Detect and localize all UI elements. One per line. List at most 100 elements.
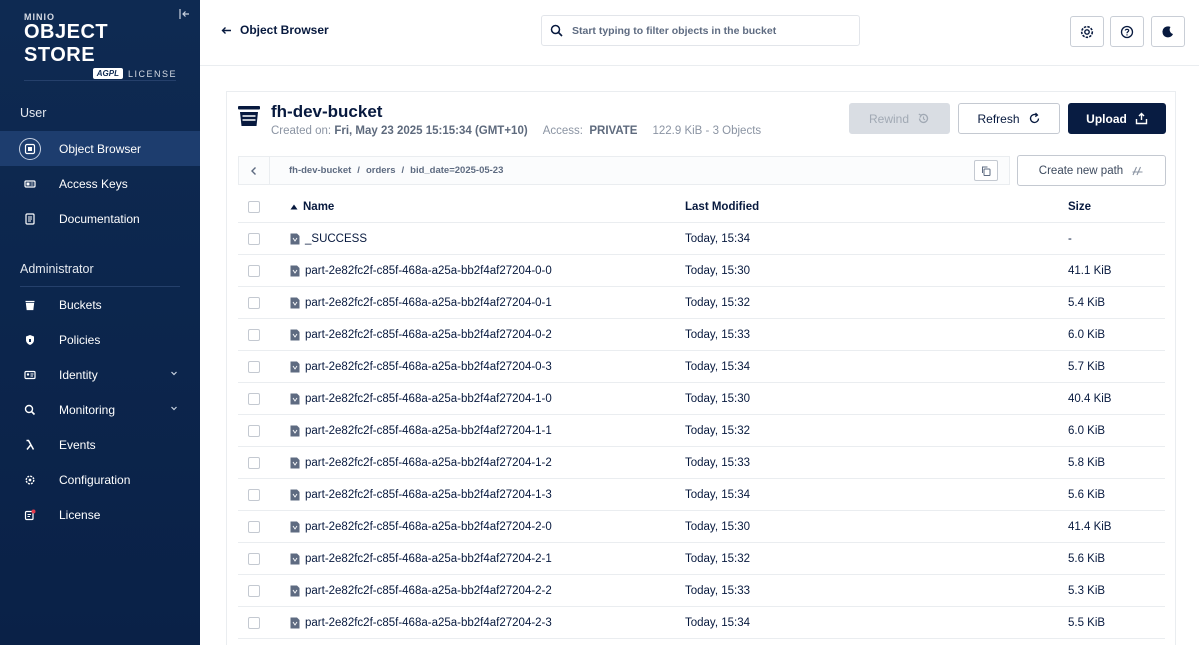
- sidebar-item-documentation[interactable]: Documentation: [0, 201, 200, 236]
- breadcrumb-item[interactable]: fh-dev-bucket: [289, 165, 351, 176]
- created-label: Created on:: [271, 125, 332, 137]
- identity-icon: [19, 364, 41, 386]
- object-name-cell[interactable]: part-2e82fc2f-c85f-468a-a25a-bb2f4af2720…: [290, 425, 552, 437]
- sidebar-item-buckets[interactable]: Buckets: [0, 287, 200, 322]
- sidebar-item-license[interactable]: License: [0, 497, 200, 532]
- table-row[interactable]: part-2e82fc2f-c85f-468a-a25a-bb2f4af2720…: [238, 447, 1165, 479]
- table-row[interactable]: part-2e82fc2f-c85f-468a-a25a-bb2f4af2720…: [238, 319, 1165, 351]
- table-row[interactable]: part-2e82fc2f-c85f-468a-a25a-bb2f4af2720…: [238, 479, 1165, 511]
- last-modified-cell: Today, 15:32: [685, 553, 751, 565]
- row-checkbox[interactable]: [248, 265, 260, 277]
- chevron-down-icon[interactable]: [169, 368, 179, 378]
- object-name-cell[interactable]: part-2e82fc2f-c85f-468a-a25a-bb2f4af2720…: [290, 361, 552, 373]
- breadcrumb-back-button[interactable]: [239, 157, 270, 184]
- column-header-name[interactable]: Name: [290, 201, 334, 213]
- sidebar-item-object-browser[interactable]: Object Browser: [0, 131, 200, 166]
- table-row[interactable]: part-2e82fc2f-c85f-468a-a25a-bb2f4af2720…: [238, 607, 1165, 639]
- object-name-cell[interactable]: part-2e82fc2f-c85f-468a-a25a-bb2f4af2720…: [290, 265, 552, 277]
- row-checkbox[interactable]: [248, 521, 260, 533]
- size-cell: 40.4 KiB: [1068, 393, 1112, 405]
- row-checkbox[interactable]: [248, 361, 260, 373]
- file-icon: [290, 297, 300, 309]
- file-icon: [290, 585, 300, 597]
- table-row[interactable]: part-2e82fc2f-c85f-468a-a25a-bb2f4af2720…: [238, 383, 1165, 415]
- object-name-cell[interactable]: part-2e82fc2f-c85f-468a-a25a-bb2f4af2720…: [290, 329, 552, 341]
- table-row[interactable]: part-2e82fc2f-c85f-468a-a25a-bb2f4af2720…: [238, 255, 1165, 287]
- sidebar-item-policies[interactable]: Policies: [0, 322, 200, 357]
- sidebar-item-label: Buckets: [59, 297, 102, 312]
- file-icon: [290, 489, 300, 501]
- back-to-object-browser[interactable]: Object Browser: [221, 23, 329, 37]
- object-name: part-2e82fc2f-c85f-468a-a25a-bb2f4af2720…: [305, 585, 552, 597]
- sidebar-item-monitoring[interactable]: Monitoring: [0, 392, 200, 427]
- bucket-icon: [238, 106, 260, 126]
- collapse-sidebar-icon[interactable]: [179, 8, 191, 20]
- help-button[interactable]: [1110, 16, 1144, 47]
- refresh-label: Refresh: [977, 111, 1020, 126]
- size-cell: -: [1068, 233, 1072, 245]
- column-header-size[interactable]: Size: [1068, 201, 1091, 213]
- table-row[interactable]: part-2e82fc2f-c85f-468a-a25a-bb2f4af2720…: [238, 511, 1165, 543]
- object-name-cell[interactable]: part-2e82fc2f-c85f-468a-a25a-bb2f4af2720…: [290, 393, 552, 405]
- column-header-last-modified[interactable]: Last Modified: [685, 201, 759, 213]
- object-name: part-2e82fc2f-c85f-468a-a25a-bb2f4af2720…: [305, 489, 552, 501]
- table-row[interactable]: part-2e82fc2f-c85f-468a-a25a-bb2f4af2720…: [238, 351, 1165, 383]
- row-checkbox[interactable]: [248, 297, 260, 309]
- table-row[interactable]: part-2e82fc2f-c85f-468a-a25a-bb2f4af2720…: [238, 415, 1165, 447]
- moon-icon: [1162, 25, 1173, 37]
- license-icon: [19, 504, 41, 526]
- dark-mode-toggle[interactable]: [1151, 16, 1185, 47]
- size-cell: 5.8 KiB: [1068, 457, 1106, 469]
- sidebar-item-access-keys[interactable]: Access Keys: [0, 166, 200, 201]
- select-all-checkbox[interactable]: [248, 201, 260, 213]
- section-title-user: User: [20, 106, 47, 120]
- sidebar-item-identity[interactable]: Identity: [0, 357, 200, 392]
- object-name-cell[interactable]: part-2e82fc2f-c85f-468a-a25a-bb2f4af2720…: [290, 553, 552, 565]
- object-name-cell[interactable]: part-2e82fc2f-c85f-468a-a25a-bb2f4af2720…: [290, 297, 552, 309]
- breadcrumb-item[interactable]: bid_date=2025-05-23: [410, 165, 503, 176]
- object-name: part-2e82fc2f-c85f-468a-a25a-bb2f4af2720…: [305, 617, 552, 629]
- row-checkbox[interactable]: [248, 457, 260, 469]
- last-modified-cell: Today, 15:32: [685, 297, 751, 309]
- object-name: part-2e82fc2f-c85f-468a-a25a-bb2f4af2720…: [305, 425, 552, 437]
- sidebar-item-label: Events: [59, 437, 96, 452]
- sidebar-item-events[interactable]: Events: [0, 427, 200, 462]
- table-row[interactable]: part-2e82fc2f-c85f-468a-a25a-bb2f4af2720…: [238, 543, 1165, 575]
- new-path-icon: [1132, 166, 1143, 176]
- row-checkbox[interactable]: [248, 329, 260, 341]
- table-row[interactable]: _SUCCESS Today, 15:34 -: [238, 223, 1165, 255]
- upload-button[interactable]: Upload: [1068, 103, 1166, 134]
- row-checkbox[interactable]: [248, 617, 260, 629]
- object-name-cell[interactable]: part-2e82fc2f-c85f-468a-a25a-bb2f4af2720…: [290, 521, 552, 533]
- object-name-cell[interactable]: part-2e82fc2f-c85f-468a-a25a-bb2f4af2720…: [290, 617, 552, 629]
- object-name-cell[interactable]: part-2e82fc2f-c85f-468a-a25a-bb2f4af2720…: [290, 457, 552, 469]
- row-checkbox[interactable]: [248, 425, 260, 437]
- breadcrumb: fh-dev-bucket / orders / bid_date=2025-0…: [238, 156, 1010, 185]
- help-icon: [1120, 25, 1134, 38]
- rewind-button[interactable]: Rewind: [849, 103, 950, 134]
- row-checkbox[interactable]: [248, 553, 260, 565]
- breadcrumb-item[interactable]: orders: [366, 165, 396, 176]
- row-checkbox[interactable]: [248, 585, 260, 597]
- file-icon: [290, 457, 300, 469]
- row-checkbox[interactable]: [248, 489, 260, 501]
- refresh-button[interactable]: Refresh: [958, 103, 1060, 134]
- search-input[interactable]: [572, 24, 852, 37]
- size-cell: 41.4 KiB: [1068, 521, 1112, 533]
- object-name: part-2e82fc2f-c85f-468a-a25a-bb2f4af2720…: [305, 393, 552, 405]
- create-new-path-button[interactable]: Create new path: [1017, 155, 1166, 186]
- settings-button[interactable]: [1070, 16, 1104, 47]
- object-name: part-2e82fc2f-c85f-468a-a25a-bb2f4af2720…: [305, 297, 552, 309]
- object-name-cell[interactable]: part-2e82fc2f-c85f-468a-a25a-bb2f4af2720…: [290, 489, 552, 501]
- sidebar-item-configuration[interactable]: Configuration: [0, 462, 200, 497]
- copy-icon: [982, 166, 991, 176]
- table-row[interactable]: part-2e82fc2f-c85f-468a-a25a-bb2f4af2720…: [238, 575, 1165, 607]
- last-modified-cell: Today, 15:30: [685, 521, 751, 533]
- row-checkbox[interactable]: [248, 393, 260, 405]
- row-checkbox[interactable]: [248, 233, 260, 245]
- chevron-down-icon[interactable]: [169, 403, 179, 413]
- object-name-cell[interactable]: part-2e82fc2f-c85f-468a-a25a-bb2f4af2720…: [290, 585, 552, 597]
- table-row[interactable]: part-2e82fc2f-c85f-468a-a25a-bb2f4af2720…: [238, 287, 1165, 319]
- object-name-cell[interactable]: _SUCCESS: [290, 233, 367, 245]
- copy-path-button[interactable]: [974, 160, 998, 181]
